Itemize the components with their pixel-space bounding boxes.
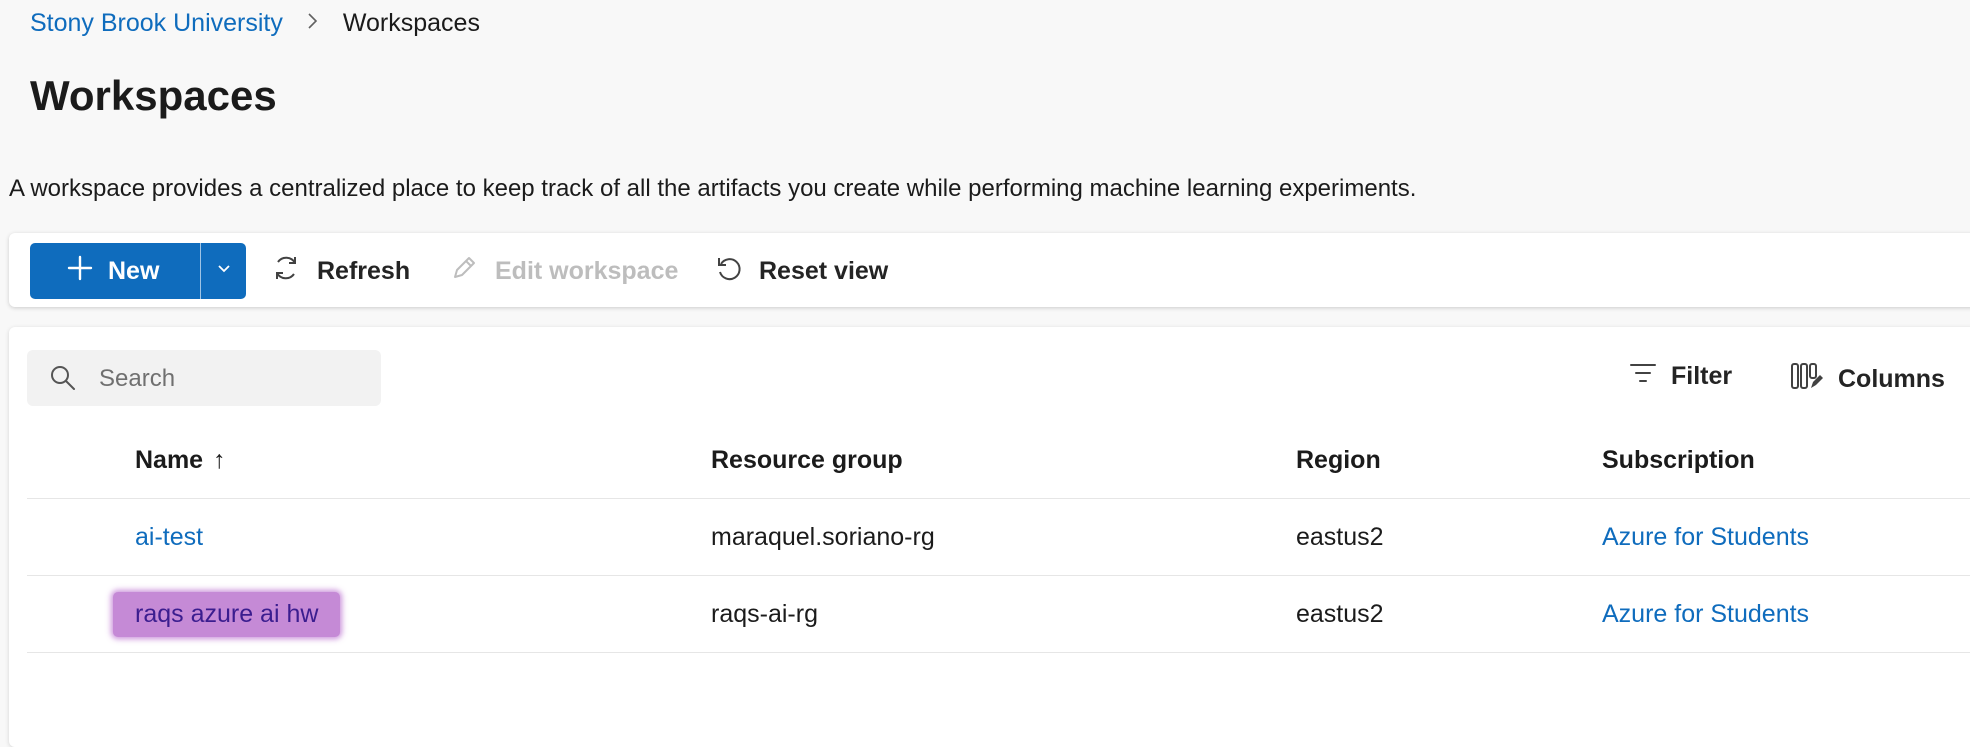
command-bar: New Refresh Edit workspace Reset view — [9, 233, 1970, 307]
column-header-resource-group[interactable]: Resource group — [711, 422, 903, 498]
reset-view-button[interactable]: Reset view — [713, 243, 888, 299]
table-row: raqs azure ai hw raqs-ai-rg eastus2 Azur… — [27, 576, 1970, 653]
new-button-label: New — [108, 256, 160, 285]
chevron-down-icon — [216, 262, 232, 280]
resource-group-cell: maraquel.soriano-rg — [711, 522, 935, 551]
edit-workspace-button[interactable]: Edit workspace — [449, 243, 678, 299]
subscription-link[interactable]: Azure for Students — [1602, 600, 1809, 629]
refresh-button[interactable]: Refresh — [271, 243, 410, 299]
new-button[interactable]: New — [30, 243, 200, 299]
edit-workspace-label: Edit workspace — [495, 256, 679, 285]
page-description: A workspace provides a centralized place… — [9, 175, 1417, 202]
subscription-link[interactable]: Azure for Students — [1602, 523, 1809, 552]
workspace-name-link[interactable]: raqs azure ai hw — [113, 591, 341, 637]
breadcrumb-root-link[interactable]: Stony Brook University — [30, 9, 283, 38]
column-header-subscription[interactable]: Subscription — [1602, 422, 1755, 498]
new-dropdown-button[interactable] — [201, 243, 246, 299]
columns-label: Columns — [1838, 365, 1945, 393]
table-row: ai-test maraquel.soriano-rg eastus2 Azur… — [27, 499, 1970, 576]
search-input[interactable] — [97, 350, 371, 408]
region-cell: eastus2 — [1296, 522, 1384, 551]
breadcrumb-current: Workspaces — [342, 9, 480, 37]
filter-label: Filter — [1671, 362, 1733, 390]
chevron-right-icon — [283, 11, 343, 37]
refresh-label: Refresh — [317, 256, 411, 285]
sort-ascending-icon: ↑ — [213, 445, 226, 474]
workspaces-table: Name ↑ Resource group Region Subscriptio… — [27, 422, 1970, 653]
columns-icon — [1790, 361, 1824, 398]
region-cell: eastus2 — [1296, 599, 1384, 628]
refresh-icon — [271, 253, 301, 290]
workspaces-panel: Filter Columns Name ↑ Resource group Reg… — [9, 327, 1970, 747]
filter-button[interactable]: Filter — [1629, 361, 1732, 392]
new-split-button: New — [30, 243, 246, 299]
column-header-region[interactable]: Region — [1296, 422, 1381, 498]
workspace-name-link[interactable]: ai-test — [135, 523, 203, 552]
search-box[interactable] — [27, 350, 381, 408]
search-icon — [49, 364, 77, 397]
breadcrumb: Stony Brook University Workspaces — [30, 9, 480, 38]
reset-view-label: Reset view — [759, 256, 889, 285]
undo-icon — [713, 253, 743, 290]
column-header-name[interactable]: Name ↑ — [135, 422, 226, 498]
plus-icon — [66, 254, 94, 289]
columns-button[interactable]: Columns — [1790, 361, 1945, 398]
table-header-row: Name ↑ Resource group Region Subscriptio… — [27, 422, 1970, 499]
page-title: Workspaces — [30, 72, 277, 119]
filter-icon — [1629, 361, 1657, 392]
resource-group-cell: raqs-ai-rg — [711, 599, 818, 628]
pencil-icon — [449, 253, 479, 290]
column-header-name-label: Name — [135, 445, 204, 474]
